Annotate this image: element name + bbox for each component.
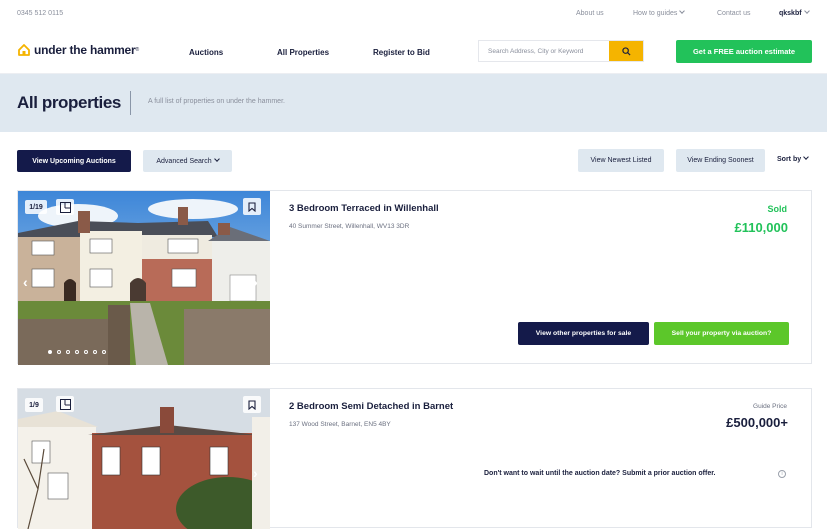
how-to-guides-link[interactable]: How to guides — [633, 8, 686, 17]
house-logo-icon — [18, 44, 30, 56]
save-property-button[interactable] — [243, 396, 261, 413]
photo-counter: 1/19 — [25, 200, 47, 214]
carousel-dot[interactable] — [75, 350, 79, 354]
view-ending-soonest-button[interactable]: View Ending Soonest — [676, 149, 765, 172]
search-button[interactable] — [609, 41, 643, 61]
sort-by-label: Sort by — [777, 156, 802, 163]
carousel-dot[interactable] — [66, 350, 70, 354]
property-photo[interactable] — [18, 191, 270, 365]
user-name: qkskbf — [779, 10, 802, 17]
property-title[interactable]: 3 Bedroom Terraced in Willenhall — [289, 203, 439, 214]
nav-all-properties[interactable]: All Properties — [277, 48, 329, 57]
carousel-dot[interactable] — [48, 350, 52, 354]
next-photo-button[interactable]: › — [253, 465, 258, 481]
search-icon — [621, 46, 631, 56]
carousel-dot[interactable] — [93, 350, 97, 354]
logo[interactable]: under the hammer ® — [17, 43, 139, 57]
view-upcoming-auctions-button[interactable]: View Upcoming Auctions — [17, 150, 131, 172]
next-photo-button[interactable]: › — [253, 274, 258, 290]
header-divider — [130, 91, 131, 115]
user-menu[interactable]: qkskbf — [779, 8, 810, 17]
chevron-down-icon — [803, 8, 810, 14]
floorplan-button[interactable] — [56, 199, 74, 215]
property-address: 137 Wood Street, Barnet, EN5 4BY — [289, 421, 391, 428]
info-icon[interactable]: i — [778, 470, 786, 478]
property-price: £500,000+ — [726, 415, 788, 430]
page-title: All properties — [17, 93, 121, 112]
carousel-dot[interactable] — [57, 350, 61, 354]
property-price: £110,000 — [734, 220, 788, 235]
view-newest-listed-button[interactable]: View Newest Listed — [578, 149, 664, 172]
floorplan-button[interactable] — [56, 396, 74, 412]
photo-carousel-dots — [48, 350, 106, 354]
property-card[interactable]: 1/9 › 2 Bedroom Semi Detached in Barnet … — [17, 388, 812, 529]
floorplan-icon — [59, 201, 71, 213]
nav-auctions[interactable]: Auctions — [189, 48, 223, 57]
property-card[interactable]: 1/19 ‹ › 3 Bedroom Terraced in Willenhal… — [17, 190, 812, 365]
save-property-button[interactable] — [243, 198, 261, 215]
about-us-link[interactable]: About us — [576, 10, 604, 17]
registered-mark: ® — [135, 47, 140, 53]
photo-counter: 1/9 — [25, 398, 43, 412]
page-subtitle: A full list of properties on under the h… — [148, 98, 285, 105]
chevron-down-icon — [803, 154, 809, 160]
property-address: 40 Summer Street, Willenhall, WV13 3DR — [289, 223, 410, 230]
property-title[interactable]: 2 Bedroom Semi Detached in Barnet — [289, 401, 453, 412]
guide-price-label: Guide Price — [753, 403, 787, 410]
chevron-down-icon — [213, 156, 220, 162]
sell-via-auction-button[interactable]: Sell your property via auction? — [654, 322, 789, 345]
prior-offer-link[interactable]: Don't want to wait until the auction dat… — [484, 470, 716, 477]
search-box — [478, 40, 644, 62]
status-badge: Sold — [767, 204, 788, 214]
phone-number[interactable]: 0345 512 0115 — [17, 10, 63, 17]
sort-by-dropdown[interactable]: Sort by — [777, 154, 809, 163]
carousel-dot[interactable] — [102, 350, 106, 354]
contact-us-link[interactable]: Contact us — [717, 10, 750, 17]
advanced-search-button[interactable]: Advanced Search — [143, 150, 232, 172]
bookmark-icon — [248, 201, 256, 212]
search-input[interactable] — [479, 41, 609, 61]
top-bar: 0345 512 0115 About us How to guides Con… — [0, 0, 827, 28]
carousel-dot[interactable] — [84, 350, 88, 354]
previous-photo-button[interactable]: ‹ — [23, 274, 28, 290]
house-photo-image — [18, 191, 270, 365]
free-estimate-button[interactable]: Get a FREE auction estimate — [676, 40, 812, 63]
logo-text: under the hammer — [34, 43, 136, 57]
nav-register-to-bid[interactable]: Register to Bid — [373, 48, 430, 57]
floorplan-icon — [59, 398, 71, 410]
page-header: All properties A full list of properties… — [0, 74, 827, 132]
view-other-properties-button[interactable]: View other properties for sale — [518, 322, 649, 345]
chevron-down-icon — [679, 8, 686, 14]
bookmark-icon — [248, 399, 256, 410]
how-to-guides-label: How to guides — [633, 10, 678, 17]
advanced-search-label: Advanced Search — [156, 157, 212, 165]
